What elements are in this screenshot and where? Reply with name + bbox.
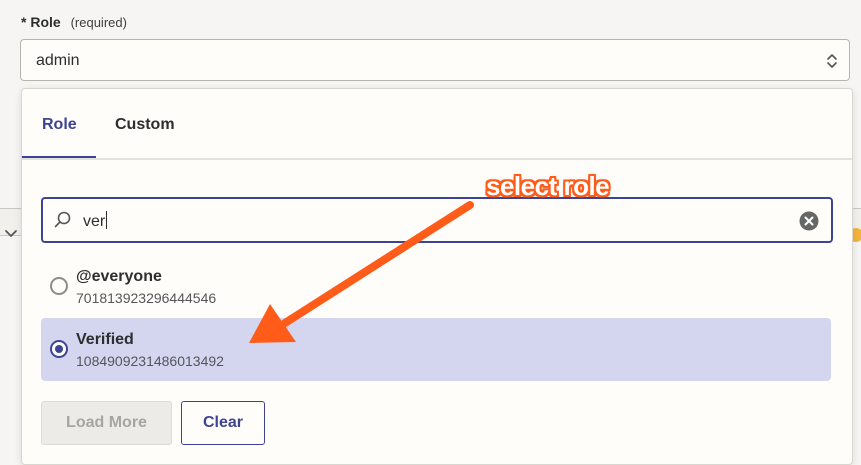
option-id: 1084909231486013492 — [76, 353, 224, 369]
role-dropdown-panel: Role Custom ver @everyone 70181392329644… — [21, 88, 853, 465]
active-tab-indicator — [22, 156, 96, 158]
radio-button-selected[interactable] — [50, 340, 68, 358]
search-query: ver — [83, 211, 108, 231]
option-name: Verified — [76, 331, 134, 348]
role-select[interactable]: admin — [20, 39, 850, 81]
annotation-label: select role — [486, 171, 610, 201]
load-more-button: Load More — [41, 401, 172, 445]
option-id: 701813923296444546 — [76, 290, 217, 306]
updown-chevrons-icon — [827, 54, 837, 68]
role-label: Role — [30, 14, 61, 30]
clear-button[interactable]: Clear — [181, 401, 265, 445]
dropdown-tabs: Role Custom — [22, 89, 852, 160]
clear-circle-icon[interactable] — [799, 211, 819, 231]
radio-dot — [55, 345, 63, 353]
role-select-value: admin — [36, 52, 80, 69]
tab-custom[interactable]: Custom — [115, 116, 175, 134]
radio-button[interactable] — [50, 277, 68, 295]
role-option-verified[interactable]: Verified 1084909231486013492 — [41, 318, 831, 381]
required-note: (required) — [70, 15, 127, 30]
search-input[interactable]: ver — [41, 197, 833, 243]
text-caret — [106, 211, 108, 229]
option-name: @everyone — [76, 268, 162, 285]
role-field-label: * Role (required) — [21, 14, 127, 30]
required-marker: * — [21, 14, 27, 30]
chevron-down-icon — [5, 230, 17, 237]
role-option-everyone[interactable]: @everyone 701813923296444546 — [41, 255, 831, 318]
search-icon — [54, 211, 71, 228]
tab-role[interactable]: Role — [42, 116, 77, 134]
search-query-text: ver — [83, 213, 106, 230]
